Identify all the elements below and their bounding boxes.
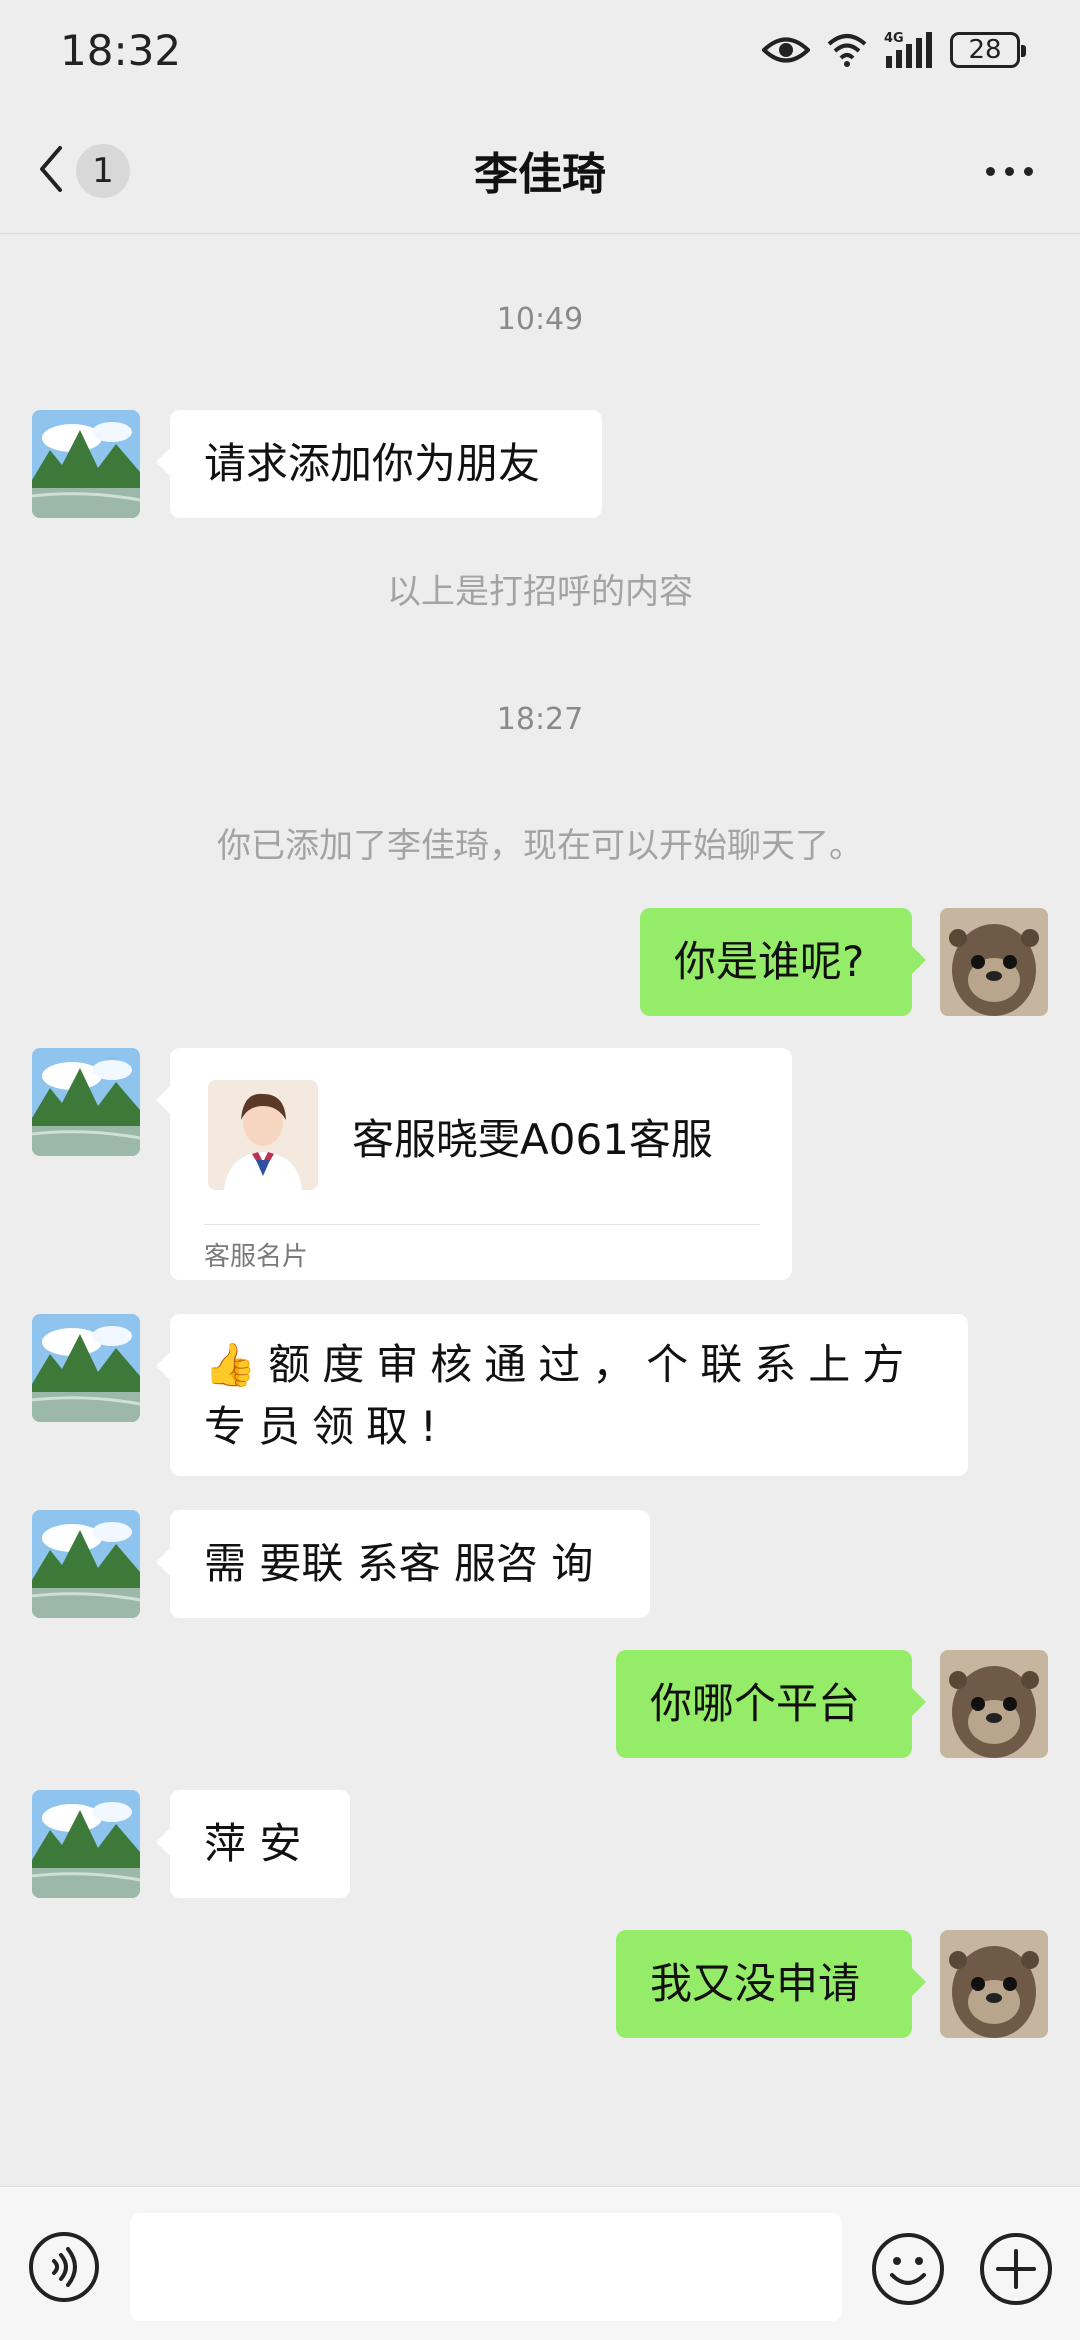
status-time: 18:32 [60,26,182,75]
emoji-button[interactable] [870,2231,946,2307]
timestamp: 10:49 [496,302,584,337]
input-bar [0,2186,1080,2340]
message-text: 萍 安 [204,1819,302,1868]
message-text-line1: 👍额度审核通过，个联系上方 [204,1340,917,1389]
more-icon[interactable] [974,144,1044,198]
battery-icon: 28 [950,32,1026,68]
chat-header: 1 李佳琦 [0,108,1080,234]
contact-card[interactable]: 客服晓雯A061客服 客服名片 [156,1048,792,1280]
my-avatar[interactable] [940,1930,1048,2038]
status-bar: 18:32 4G 28 [0,0,1080,108]
my-avatar[interactable] [940,908,1048,1016]
message-text: 你哪个平台 [650,1679,861,1728]
system-note: 以上是打招呼的内容 [387,572,693,612]
system-note: 你已添加了李佳琦，现在可以开始聊天了。 [217,826,863,866]
timestamp: 18:27 [496,702,584,737]
voice-icon [29,2232,99,2302]
contact-avatar[interactable] [32,1510,140,1618]
card-label: 客服名片 [204,1242,309,1272]
message-input[interactable] [130,2213,842,2321]
message-text: 你是谁呢? [674,937,865,986]
message-bubble[interactable]: 👍额度审核通过，个联系上方 专员领取! [156,1314,968,1476]
contact-avatar[interactable] [32,410,140,518]
card-name: 客服晓雯A061客服 [352,1115,713,1164]
eye-icon [762,35,810,65]
chat-title: 李佳琦 [474,149,606,200]
card-divider [204,1224,760,1225]
status-icons: 4G 28 [762,30,1026,70]
emoji-icon [872,2233,944,2305]
message-bubble[interactable]: 你是谁呢? [640,908,926,1016]
message-text: 需 要联 系客 服咨 询 [204,1539,594,1588]
message-bubble[interactable]: 我又没申请 [616,1930,926,2038]
message-bubble[interactable]: 请求添加你为朋友 [156,410,602,518]
voice-button[interactable] [28,2231,100,2303]
contact-avatar[interactable] [32,1048,140,1156]
contact-avatar[interactable] [32,1790,140,1898]
battery-level: 28 [968,35,1002,65]
message-text-line2: 专员领取! [204,1402,449,1451]
message-bubble[interactable]: 需 要联 系客 服咨 询 [156,1510,650,1618]
plus-button[interactable] [978,2231,1054,2307]
message-bubble[interactable]: 你哪个平台 [616,1650,926,1758]
my-avatar[interactable] [940,1650,1048,1758]
network-type: 4G [884,31,904,46]
card-photo [208,1080,318,1190]
message-text: 请求添加你为朋友 [204,439,541,488]
contact-avatar[interactable] [32,1314,140,1422]
signal-icon: 4G [884,30,934,70]
message-bubble[interactable]: 萍 安 [156,1790,350,1898]
wifi-icon [826,32,868,68]
plus-icon [980,2233,1052,2305]
message-text: 我又没申请 [650,1959,861,2008]
